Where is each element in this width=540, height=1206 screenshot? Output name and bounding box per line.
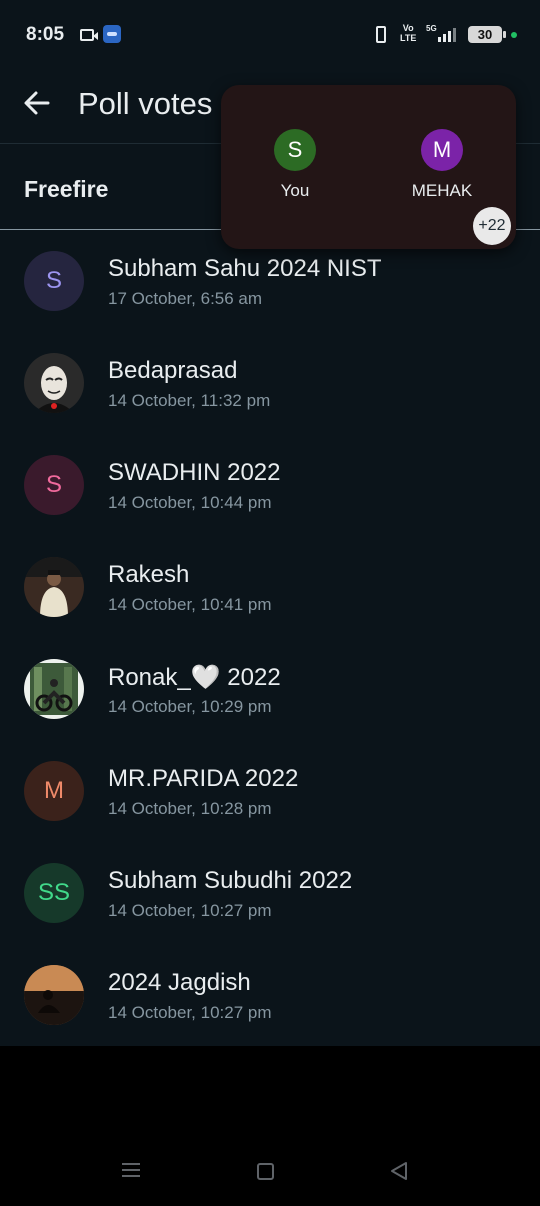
popup-voter-you[interactable]: S You — [245, 129, 345, 201]
avatar: S — [24, 455, 84, 515]
vote-timestamp: 14 October, 10:27 pm — [108, 901, 272, 920]
network-type-label: 5G — [426, 24, 437, 33]
poll-votes-screen: 8:05 Vo LTE 5G 30 Poll votes Freefire S Su… — [0, 0, 540, 1046]
arrow-left-icon[interactable] — [22, 88, 52, 118]
voters-preview-popup[interactable]: S You M MEHAK +22 — [221, 85, 516, 249]
popup-voter-name: You — [280, 181, 310, 200]
voter-list: S Subham Sahu 2024 NIST 17 October, 6:56 a… — [0, 230, 540, 1046]
signal-icon: 5G — [426, 24, 460, 44]
avatar — [24, 557, 84, 617]
battery-icon: 30 — [468, 26, 506, 43]
app-notification-icon — [103, 25, 121, 43]
voter-row[interactable]: SS Subham Subudhi 2022 14 October, 10:27 p… — [0, 842, 540, 944]
vote-timestamp: 14 October, 10:27 pm — [108, 1003, 272, 1022]
status-time: 8:05 — [26, 24, 65, 45]
vote-timestamp: 14 October, 10:29 pm — [108, 697, 272, 716]
voter-row[interactable]: Ronak_🤍 2022 14 October, 10:29 pm — [0, 638, 540, 740]
voter-name: Bedaprasad — [108, 357, 238, 384]
popup-voter-mehak[interactable]: M MEHAK — [392, 129, 492, 201]
voter-name: SWADHIN 2022 — [108, 459, 281, 486]
voter-row[interactable]: S SWADHIN 2022 14 October, 10:44 pm — [0, 434, 540, 536]
home-icon[interactable] — [257, 1163, 274, 1180]
privacy-indicator-dot — [511, 32, 517, 38]
voter-row[interactable]: Bedaprasad 14 October, 11:32 pm — [0, 332, 540, 434]
vote-timestamp: 14 October, 10:41 pm — [108, 595, 272, 614]
avatar — [24, 353, 84, 413]
popup-voter-name: MEHAK — [411, 181, 473, 200]
voter-row[interactable]: Rakesh 14 October, 10:41 pm — [0, 536, 540, 638]
system-nav-bar — [0, 1130, 540, 1206]
avatar: M — [421, 129, 463, 171]
avatar: SS — [24, 863, 84, 923]
vibrate-icon — [376, 26, 386, 43]
voter-name: 2024 Jagdish — [108, 969, 251, 996]
voter-name: MR.PARIDA 2022 — [108, 765, 299, 792]
poll-option-title: Freefire — [24, 176, 109, 202]
voter-name: Subham Subudhi 2022 — [108, 867, 353, 894]
avatar — [24, 965, 84, 1025]
avatar: S — [274, 129, 316, 171]
voter-name: Rakesh — [108, 561, 190, 588]
avatar: S — [24, 251, 84, 311]
volte-label: Vo LTE — [400, 23, 417, 43]
avatar — [24, 659, 84, 719]
vote-timestamp: 14 October, 11:32 pm — [108, 391, 271, 410]
voter-name: Ronak_🤍 2022 — [108, 664, 281, 691]
voter-row[interactable]: M MR.PARIDA 2022 14 October, 10:28 pm — [0, 740, 540, 842]
screen-record-icon — [80, 29, 98, 41]
recent-apps-icon[interactable] — [122, 1163, 140, 1177]
vote-timestamp: 14 October, 10:44 pm — [108, 493, 272, 512]
vote-timestamp: 14 October, 10:28 pm — [108, 799, 272, 818]
voter-row[interactable]: 2024 Jagdish 14 October, 10:27 pm — [0, 944, 540, 1046]
status-bar: 8:05 Vo LTE 5G 30 — [0, 0, 540, 70]
avatar: M — [24, 761, 84, 821]
page-title: Poll votes — [78, 86, 213, 121]
vote-timestamp: 17 October, 6:56 am — [108, 289, 263, 308]
voter-name: Subham Sahu 2024 NIST — [108, 255, 382, 282]
nav-back-icon[interactable] — [388, 1160, 410, 1182]
more-voters-badge[interactable]: +22 — [473, 207, 511, 245]
battery-level: 30 — [477, 27, 493, 42]
